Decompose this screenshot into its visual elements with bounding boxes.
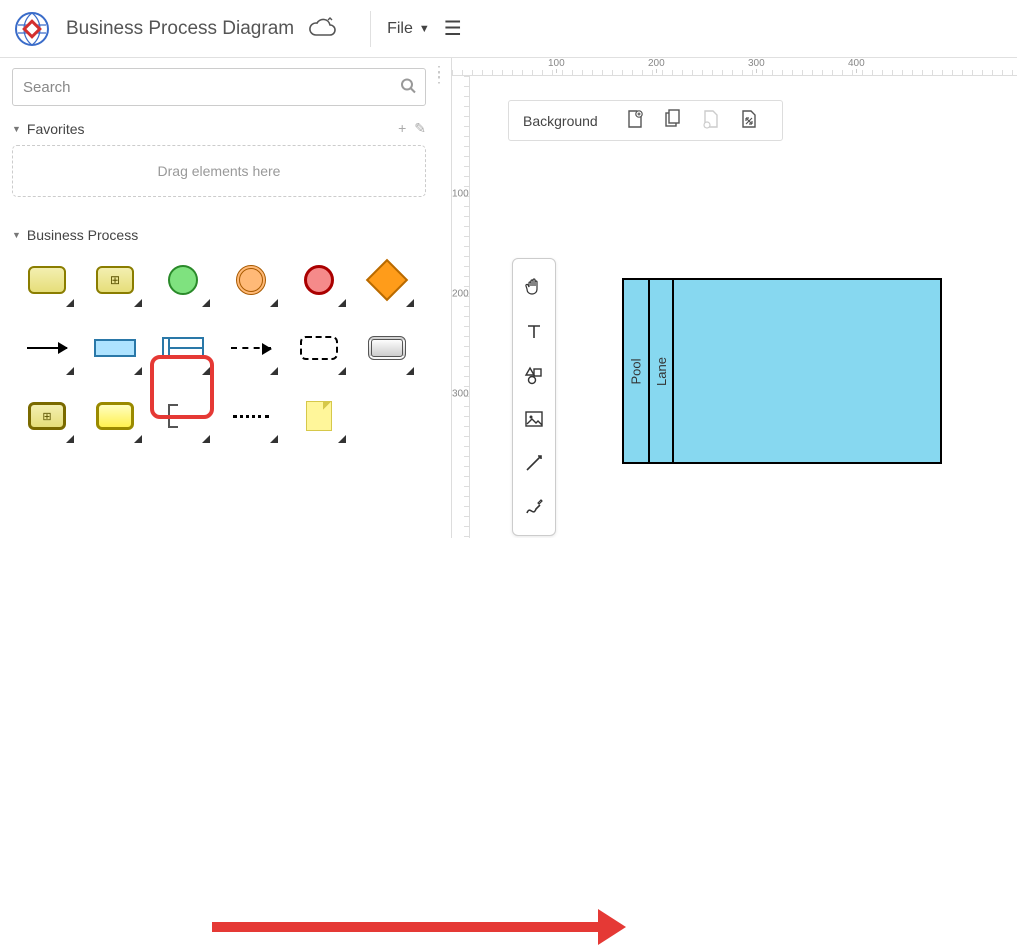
lane-header[interactable]: Lane: [650, 280, 674, 462]
ruler-tick: 400: [848, 58, 865, 69]
pool-header[interactable]: Pool: [624, 280, 650, 462]
lane-body[interactable]: [674, 280, 940, 462]
shape-call-activity-2[interactable]: [86, 387, 144, 445]
file-menu[interactable]: File ▼: [387, 20, 430, 38]
shape-message-flow[interactable]: [222, 319, 280, 377]
copy-page-icon[interactable]: [664, 109, 682, 132]
shape-gateway[interactable]: [358, 251, 416, 309]
background-toolbar: Background: [508, 100, 783, 141]
document-title[interactable]: Business Process Diagram: [66, 18, 294, 40]
cloud-sync-icon[interactable]: [308, 17, 336, 40]
favorites-header[interactable]: ▼ Favorites + ✎: [12, 120, 426, 137]
pan-tool-icon[interactable]: [512, 265, 556, 309]
lane-label: Lane: [654, 357, 669, 386]
ruler-tick: 100: [452, 189, 469, 200]
shape-transaction[interactable]: [358, 319, 416, 377]
favorites-title: Favorites: [27, 121, 85, 137]
shape-pool[interactable]: [86, 319, 144, 377]
app-logo: [12, 9, 52, 49]
shape-sidebar: ⋮⋮ ▼ Favorites + ✎ Drag elements here ▼ Bu…: [0, 58, 452, 538]
drop-hint-text: Drag elements here: [158, 163, 281, 179]
shape-lane[interactable]: [154, 319, 212, 377]
add-page-icon[interactable]: [626, 109, 644, 132]
shape-sequence-flow[interactable]: [18, 319, 76, 377]
ruler-tick: 200: [452, 289, 469, 300]
search-input[interactable]: [12, 68, 426, 106]
divider: [370, 11, 371, 47]
link-page-icon: [702, 109, 720, 132]
horizontal-ruler: 100 200 300 400: [452, 58, 1017, 76]
caret-down-icon: ▼: [419, 23, 430, 35]
shape-end-event[interactable]: [290, 251, 348, 309]
diagram-canvas[interactable]: 100 200 300 400 100 200 300 Background: [452, 58, 1017, 538]
shape-subprocess[interactable]: [86, 251, 144, 309]
shape-intermediate-event[interactable]: [222, 251, 280, 309]
shape-task[interactable]: [18, 251, 76, 309]
bg-toolbar-label: Background: [523, 113, 598, 129]
vertical-ruler: 100 200 300: [452, 76, 470, 538]
search-icon[interactable]: [400, 78, 416, 97]
file-menu-label: File: [387, 20, 413, 38]
favorites-drop-zone[interactable]: Drag elements here: [12, 145, 426, 197]
ruler-tick: 100: [548, 58, 565, 69]
shape-palette: [12, 251, 439, 445]
ruler-tick: 200: [648, 58, 665, 69]
hamburger-menu-icon[interactable]: ☰: [444, 16, 462, 41]
expand-page-icon[interactable]: [740, 109, 758, 132]
pool-element[interactable]: Pool Lane: [622, 278, 942, 464]
collapse-caret-icon: ▼: [12, 124, 21, 134]
pool-label: Pool: [629, 358, 644, 384]
top-toolbar: Business Process Diagram File ▼ ☰: [0, 0, 1017, 58]
shape-sticky-note[interactable]: [290, 387, 348, 445]
palette-title: Business Process: [27, 227, 138, 243]
ruler-tick: 300: [748, 58, 765, 69]
collapse-caret-icon: ▼: [12, 230, 21, 240]
palette-header[interactable]: ▼ Business Process: [12, 227, 426, 243]
shape-association[interactable]: [222, 387, 280, 445]
text-tool-icon[interactable]: [512, 309, 556, 353]
shape-text-annotation[interactable]: [154, 387, 212, 445]
panel-drag-handle[interactable]: ⋮⋮: [432, 68, 447, 80]
shapes-tool-icon[interactable]: [512, 353, 556, 397]
line-tool-icon[interactable]: [512, 441, 556, 485]
freehand-tool-icon[interactable]: [512, 485, 556, 529]
canvas-mini-toolbar: [512, 258, 556, 536]
edit-favorites-icon[interactable]: ✎: [414, 120, 426, 137]
shape-call-activity[interactable]: [18, 387, 76, 445]
shape-event-subprocess[interactable]: [290, 319, 348, 377]
shape-start-event[interactable]: [154, 251, 212, 309]
add-favorite-icon[interactable]: +: [398, 120, 406, 137]
ruler-tick: 300: [452, 389, 469, 400]
image-tool-icon[interactable]: [512, 397, 556, 441]
